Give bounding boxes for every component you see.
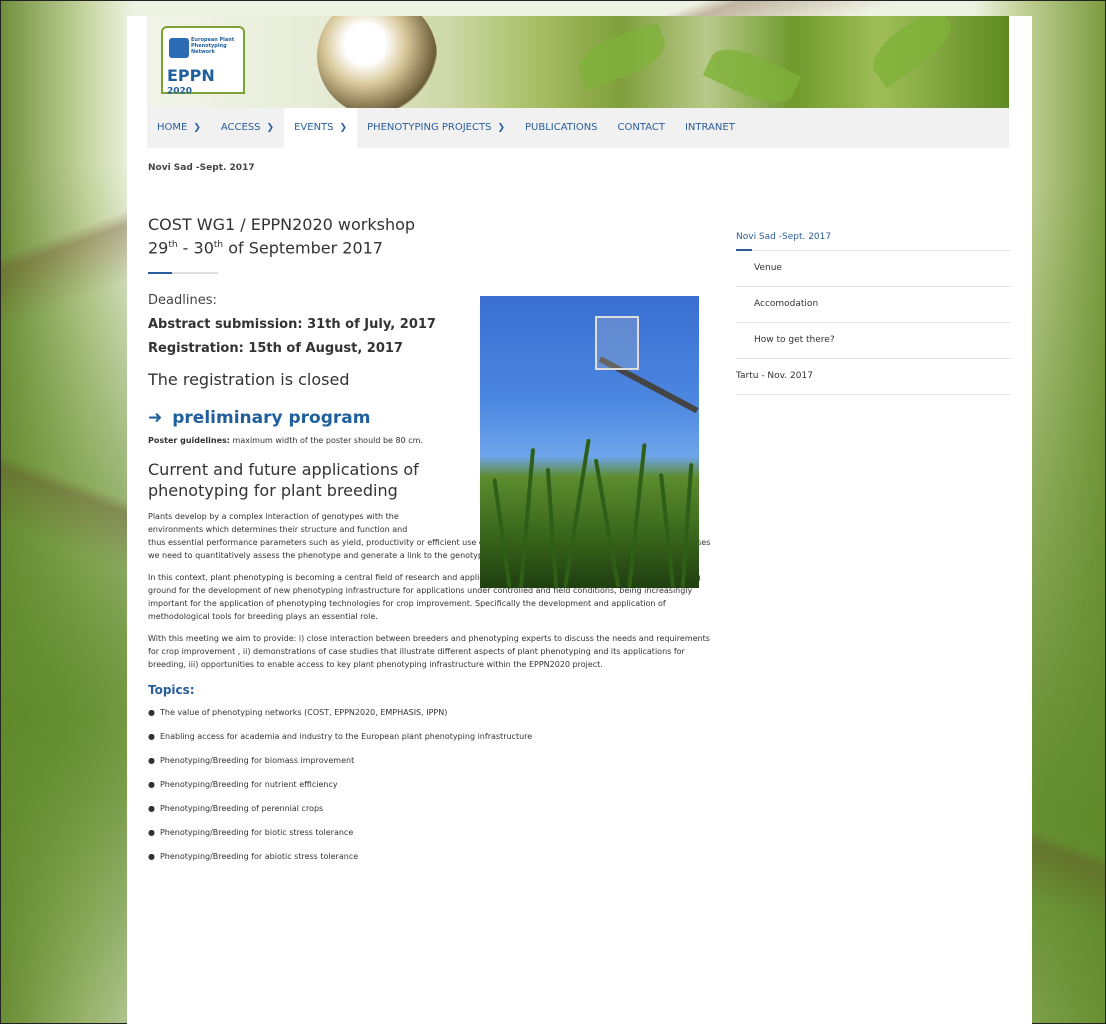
poster-guidelines-text: maximum width of the poster should be 80… — [229, 436, 423, 446]
bullet-icon: ● — [148, 828, 155, 838]
topic-text: Phenotyping/Breeding for nutrient effici… — [159, 780, 338, 790]
nav-intranet[interactable]: INTRANET — [675, 108, 745, 148]
list-item: ● Phenotyping/Breeding for biomass improv… — [148, 756, 718, 765]
header-banner: European Plant Phenotyping Network EPPN … — [147, 16, 1009, 108]
page-container: European Plant Phenotyping Network EPPN … — [127, 16, 1032, 1024]
nav-intranet-label: INTRANET — [684, 122, 735, 133]
grass-blade — [518, 448, 536, 588]
page-title-sup1: th — [168, 240, 178, 250]
sidebar-heading-divider — [736, 249, 1011, 251]
chevron-down-icon: ❯ — [339, 123, 348, 133]
list-item: ● Phenotyping/Breeding of perennial crops — [148, 804, 718, 813]
topic-text: The value of phenotyping networks (COST,… — [159, 708, 448, 718]
nav-publications-label: PUBLICATIONS — [525, 122, 598, 133]
nav-access-label: ACCESS — [220, 122, 261, 133]
bullet-icon: ● — [148, 756, 155, 766]
sidebar-item-accomodation[interactable]: Accomodation — [736, 287, 1011, 323]
page-title-mid: - 30 — [177, 238, 214, 258]
topics-title: Topics: — [148, 683, 195, 698]
banner-glass-image — [317, 16, 437, 108]
intro-paragraph-a: Plants develop by a complex interaction … — [148, 512, 408, 535]
bullet-icon: ● — [148, 708, 155, 718]
list-item: ● Phenotyping/Breeding for biotic stress … — [148, 828, 718, 837]
preliminary-program-label: preliminary program — [172, 408, 371, 429]
nav-contact[interactable]: CONTACT — [608, 108, 675, 148]
arrow-right-icon: ➜ — [148, 408, 163, 429]
list-item: ● The value of phenotyping networks (COST… — [148, 708, 718, 717]
sidebar-heading[interactable]: Novi Sad -Sept. 2017 — [736, 228, 1011, 250]
grass-blade — [680, 463, 694, 588]
page-title-sup2: th — [213, 240, 224, 250]
bullet-icon: ● — [148, 732, 155, 742]
bullet-icon: ● — [148, 852, 155, 862]
section-title: Current and future applications of pheno… — [148, 460, 419, 501]
crane-cage-image — [595, 316, 639, 370]
nav-home-label: HOME — [157, 122, 188, 133]
bullet-icon: ● — [148, 780, 155, 790]
page-title: COST WG1 / EPPN2020 workshop 29th - 30th… — [148, 214, 718, 258]
europe-map-icon — [169, 38, 189, 58]
list-item: ● Enabling access for academia and indust… — [148, 732, 718, 741]
chevron-down-icon: ❯ — [497, 123, 505, 133]
topics-list: ● The value of phenotyping networks (COST… — [148, 708, 718, 861]
breadcrumb: Novi Sad -Sept. 2017 — [148, 163, 255, 173]
sidebar: Novi Sad -Sept. 2017 Venue Accomodation … — [736, 228, 1011, 395]
topic-text: Phenotyping/Breeding for biomass improve… — [159, 756, 355, 766]
main-nav: HOME ❯ ACCESS ❯ EVENTS ❯ PHENOTYPING PROJEC… — [147, 108, 1009, 148]
logo-eppn-text: EPPN 2020 — [167, 66, 215, 97]
topic-text: Phenotyping/Breeding of perennial crops — [159, 804, 324, 814]
chevron-down-icon: ❯ — [193, 123, 201, 133]
title-divider — [148, 272, 218, 275]
poster-guidelines-label: Poster guidelines: — [148, 436, 230, 446]
nav-events-label: EVENTS — [294, 122, 334, 133]
sidebar-item-tartu[interactable]: Tartu - Nov. 2017 — [736, 359, 1011, 395]
grass-blade — [659, 473, 675, 588]
page-title-end: of September 2017 — [223, 238, 383, 258]
page-title-day1: 29 — [148, 238, 169, 258]
grass-blade — [563, 438, 591, 588]
nav-access[interactable]: ACCESS ❯ — [211, 108, 284, 148]
topic-text: Phenotyping/Breeding for biotic stress t… — [159, 828, 354, 838]
chevron-down-icon: ❯ — [266, 123, 275, 133]
field-phenotyping-photo — [480, 296, 699, 588]
list-item: ● Phenotyping/Breeding for nutrient effic… — [148, 780, 718, 789]
nav-phenotyping-projects[interactable]: PHENOTYPING PROJECTS ❯ — [357, 108, 515, 148]
bullet-icon: ● — [148, 804, 155, 814]
sidebar-item-venue[interactable]: Venue — [736, 251, 1011, 287]
nav-phenotyping-projects-label: PHENOTYPING PROJECTS — [367, 122, 492, 133]
banner-leaf-image — [572, 21, 672, 91]
nav-contact-label: CONTACT — [617, 122, 665, 133]
logo-network-text: European Plant Phenotyping Network — [191, 37, 235, 55]
eppn-logo[interactable]: European Plant Phenotyping Network EPPN … — [161, 26, 245, 97]
topic-text: Enabling access for academia and industr… — [159, 732, 533, 742]
grass-blade — [492, 478, 512, 588]
page-title-line1: COST WG1 / EPPN2020 workshop — [148, 215, 416, 234]
grass-blade — [627, 443, 647, 588]
banner-leaf-image — [863, 16, 961, 89]
topic-text: Phenotyping/Breeding for abiotic stress … — [159, 852, 359, 862]
sidebar-item-how-to-get-there[interactable]: How to get there? — [736, 323, 1011, 359]
aims-paragraph: With this meeting we aim to provide: i) … — [148, 634, 710, 670]
grass-blade — [593, 458, 621, 588]
nav-events[interactable]: EVENTS ❯ — [284, 108, 358, 148]
list-item: ● Phenotyping/Breeding for abiotic stress… — [148, 852, 718, 861]
grass-blade — [545, 468, 559, 588]
nav-home[interactable]: HOME ❯ — [147, 108, 211, 148]
banner-leaf-image — [702, 38, 802, 108]
nav-publications[interactable]: PUBLICATIONS — [515, 108, 608, 148]
